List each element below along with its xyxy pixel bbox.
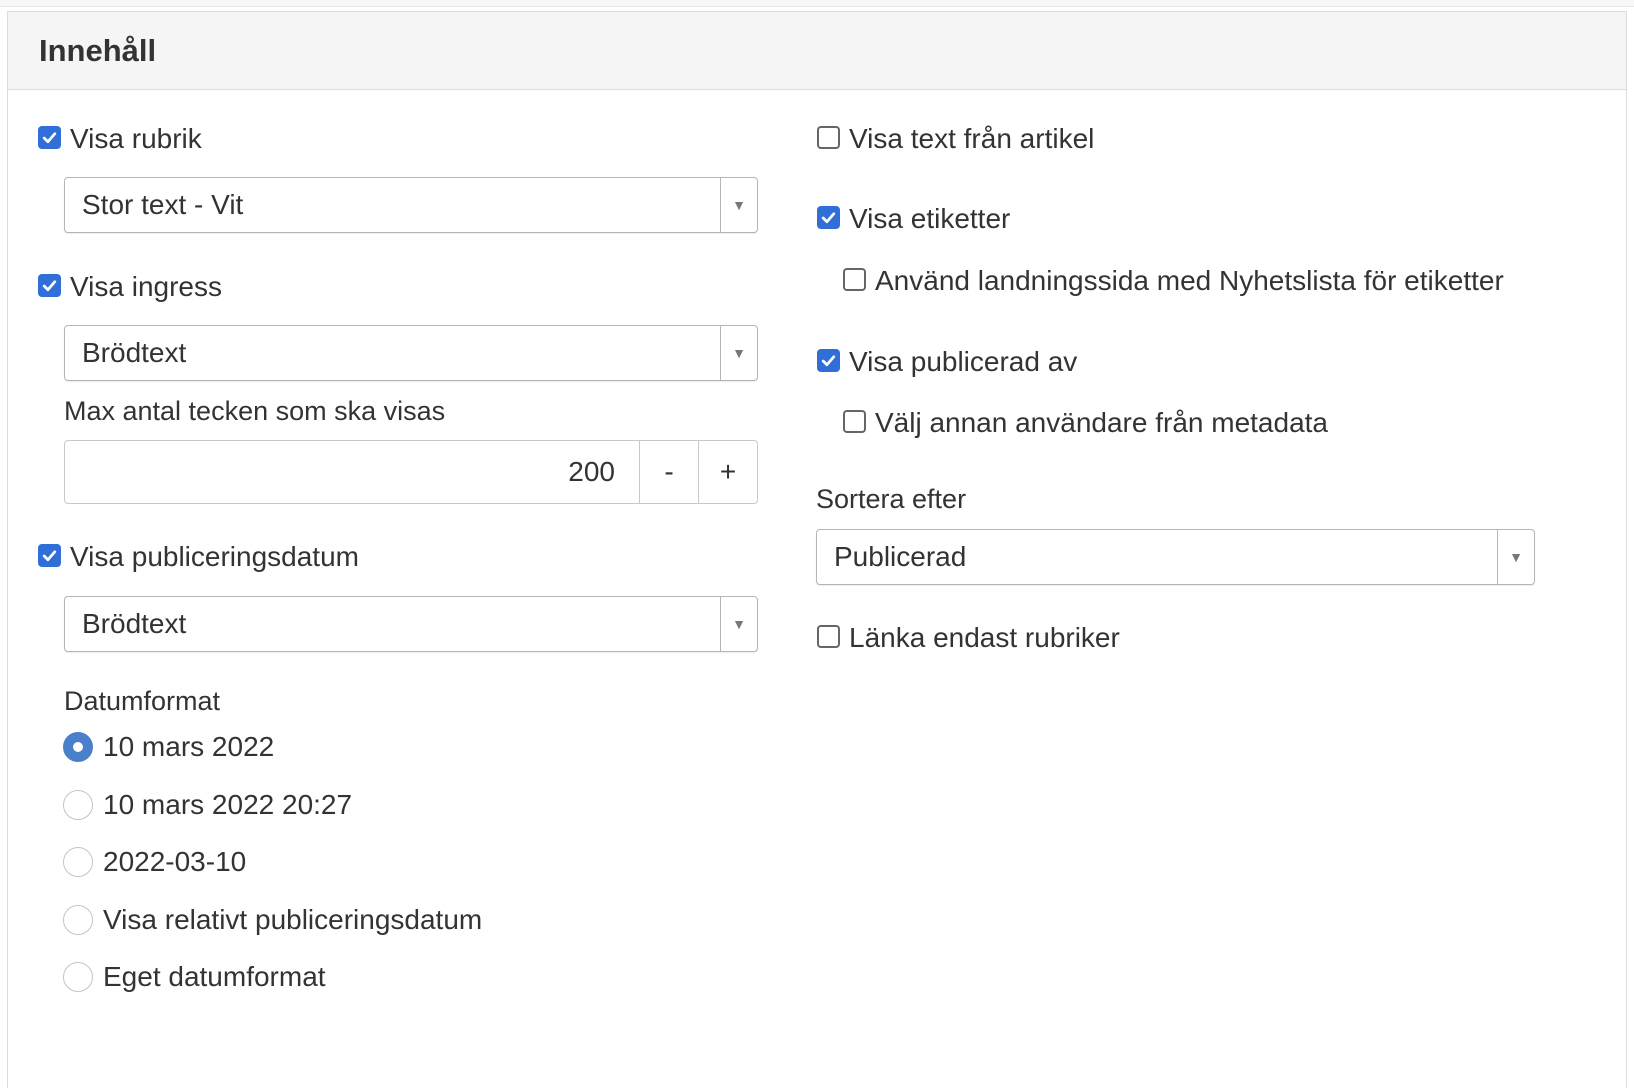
checkbox-unchecked-icon[interactable] xyxy=(817,624,840,648)
dropdown-arrow-icon: ▼ xyxy=(1497,530,1534,584)
panel-title: Innehåll xyxy=(39,32,157,68)
checkbox-checked-icon[interactable] xyxy=(817,348,840,372)
choose-other-user-checkbox[interactable]: Välj annan användare från metadata xyxy=(843,407,1328,439)
link-only-headings-label: Länka endast rubriker xyxy=(849,622,1120,653)
show-tags-checkbox[interactable]: Visa etiketter xyxy=(817,203,1010,235)
use-landing-page-label: Använd landningssida med Nyhetslista för… xyxy=(875,265,1504,296)
checkbox-unchecked-icon[interactable] xyxy=(843,409,866,433)
checkbox-unchecked-icon[interactable] xyxy=(843,267,866,291)
use-landing-page-checkbox[interactable]: Använd landningssida med Nyhetslista för… xyxy=(843,265,1504,297)
sort-by-select[interactable]: Publicerad ▼ xyxy=(816,529,1535,585)
sort-by-value: Publicerad xyxy=(834,541,967,572)
show-tags-label: Visa etiketter xyxy=(849,203,1011,234)
date-format-option[interactable]: 10 mars 2022 20:27 xyxy=(63,789,352,821)
show-heading-label: Visa rubrik xyxy=(70,123,202,154)
checkbox-checked-icon[interactable] xyxy=(38,543,61,567)
show-intro-label: Visa ingress xyxy=(70,271,223,302)
link-only-headings-checkbox[interactable]: Länka endast rubriker xyxy=(817,622,1120,654)
pubdate-style-value: Brödtext xyxy=(82,608,187,639)
max-chars-stepper: - + xyxy=(64,440,758,504)
panel-header: Innehåll xyxy=(8,12,1626,90)
checkbox-checked-icon[interactable] xyxy=(817,205,840,229)
checkbox-checked-icon[interactable] xyxy=(38,273,61,297)
decrement-button[interactable]: - xyxy=(639,441,698,503)
pubdate-style-select[interactable]: Brödtext ▼ xyxy=(64,596,758,652)
show-intro-checkbox[interactable]: Visa ingress xyxy=(38,271,222,303)
date-format-label: Datumformat xyxy=(64,686,221,716)
show-article-text-checkbox[interactable]: Visa text från artikel xyxy=(817,123,1094,155)
radio-icon[interactable] xyxy=(63,962,93,992)
dropdown-arrow-icon: ▼ xyxy=(720,597,757,651)
increment-button[interactable]: + xyxy=(698,441,757,503)
date-format-option-label: 10 mars 2022 xyxy=(103,731,275,762)
show-pubdate-label: Visa publiceringsdatum xyxy=(70,541,359,572)
date-format-option-label: 2022-03-10 xyxy=(103,846,247,877)
intro-style-value: Brödtext xyxy=(82,337,187,368)
radio-icon[interactable] xyxy=(63,905,93,935)
radio-icon[interactable] xyxy=(63,790,93,820)
date-format-option-label: 10 mars 2022 20:27 xyxy=(103,789,353,820)
show-published-by-checkbox[interactable]: Visa publicerad av xyxy=(817,346,1077,378)
date-format-option-label: Eget datumformat xyxy=(103,961,326,992)
show-pubdate-checkbox[interactable]: Visa publiceringsdatum xyxy=(38,541,359,573)
show-heading-checkbox[interactable]: Visa rubrik xyxy=(38,123,202,155)
radio-selected-icon[interactable] xyxy=(63,732,93,762)
checkbox-checked-icon[interactable] xyxy=(38,125,61,149)
max-chars-label: Max antal tecken som ska visas xyxy=(64,396,446,426)
date-format-option[interactable]: 2022-03-10 xyxy=(63,846,246,878)
checkbox-unchecked-icon[interactable] xyxy=(817,125,840,149)
date-format-option[interactable]: 10 mars 2022 xyxy=(63,731,274,763)
heading-style-value: Stor text - Vit xyxy=(82,189,244,220)
show-published-by-label: Visa publicerad av xyxy=(849,346,1078,377)
top-strip xyxy=(0,0,1634,7)
show-article-text-label: Visa text från artikel xyxy=(849,123,1095,154)
date-format-option[interactable]: Eget datumformat xyxy=(63,961,326,993)
radio-icon[interactable] xyxy=(63,847,93,877)
dropdown-arrow-icon: ▼ xyxy=(720,326,757,380)
sort-by-label: Sortera efter xyxy=(816,484,967,514)
choose-other-user-label: Välj annan användare från metadata xyxy=(875,407,1328,438)
date-format-option[interactable]: Visa relativt publiceringsdatum xyxy=(63,904,482,936)
dropdown-arrow-icon: ▼ xyxy=(720,178,757,232)
max-chars-input[interactable] xyxy=(65,441,639,503)
intro-style-select[interactable]: Brödtext ▼ xyxy=(64,325,758,381)
date-format-option-label: Visa relativt publiceringsdatum xyxy=(103,904,483,935)
heading-style-select[interactable]: Stor text - Vit ▼ xyxy=(64,177,758,233)
